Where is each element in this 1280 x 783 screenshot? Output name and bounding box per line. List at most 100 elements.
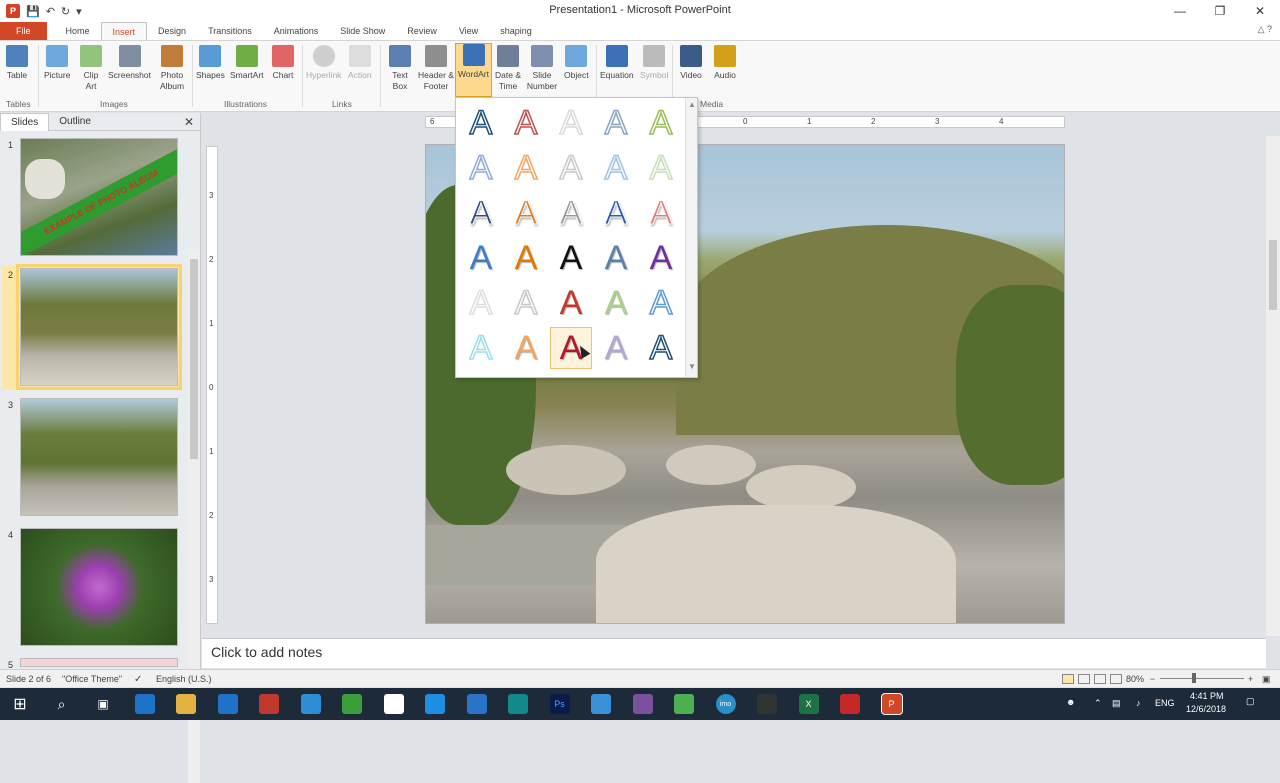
wordart-style-option[interactable]: A (640, 327, 682, 369)
language[interactable]: English (U.S.) (156, 674, 212, 684)
restore-button[interactable]: ❐ (1200, 0, 1240, 22)
wordart-style-option[interactable]: A (595, 237, 637, 279)
redo-icon[interactable]: ↻ (61, 5, 70, 18)
tab-home[interactable]: Home (55, 22, 101, 40)
chrome-icon[interactable] (342, 694, 362, 714)
photoshop-icon[interactable]: Ps (549, 694, 570, 714)
tab-transitions[interactable]: Transitions (197, 22, 263, 40)
tab-outline[interactable]: Outline (49, 113, 101, 131)
wordart-style-option[interactable]: A (640, 282, 682, 324)
zoom-slider[interactable] (1160, 678, 1244, 679)
zoom-in-icon[interactable]: + (1248, 674, 1253, 684)
panel-scroll-thumb[interactable] (190, 259, 198, 459)
object-button[interactable]: Object (564, 45, 589, 81)
wordart-style-option[interactable]: A (460, 327, 502, 369)
video-button[interactable]: Video (680, 45, 702, 81)
slide-thumbnail-1[interactable]: EXAMPLE OF PHOTO ALBUM (20, 138, 178, 256)
photo-album-button[interactable]: Photo Album (156, 45, 188, 92)
wordart-style-option[interactable]: A (550, 237, 592, 279)
wordart-style-option[interactable]: A (640, 237, 682, 279)
wordart-style-option[interactable]: A (550, 102, 592, 144)
wordart-style-option[interactable]: A (550, 147, 592, 189)
tab-slide-show[interactable]: Slide Show (329, 22, 396, 40)
slide-sorter-icon[interactable] (1078, 674, 1090, 684)
gift-icon[interactable] (259, 694, 279, 714)
app-red-icon[interactable] (840, 694, 860, 714)
tab-shaping[interactable]: shaping (489, 22, 543, 40)
wordart-style-option[interactable]: A (595, 327, 637, 369)
tab-animations[interactable]: Animations (263, 22, 330, 40)
action-center-icon[interactable]: ▢ (1246, 696, 1255, 707)
tab-insert[interactable]: Insert (100, 22, 148, 40)
app-arrow-icon[interactable] (591, 694, 611, 714)
search-icon[interactable]: ⌕ (51, 694, 72, 714)
wordart-style-option[interactable]: A (460, 147, 502, 189)
undo-icon[interactable]: ↶ (46, 5, 55, 18)
text-box-button[interactable]: Text Box (388, 45, 412, 92)
help-icon[interactable]: △ ? (1258, 24, 1272, 35)
viber-icon[interactable] (632, 694, 653, 714)
slide-thumbnail-4[interactable] (20, 528, 178, 646)
vs-icon[interactable] (757, 694, 777, 714)
slide-scroll-thumb[interactable] (1269, 240, 1277, 310)
slide-scrollbar[interactable] (1266, 136, 1280, 636)
store-icon[interactable] (217, 694, 238, 714)
wordart-style-option[interactable]: A (505, 102, 547, 144)
wordart-style-option[interactable]: A (460, 192, 502, 234)
volume-icon[interactable]: ♪ (1136, 698, 1141, 708)
keyboard-language[interactable]: ENG (1155, 698, 1175, 708)
smartart-button[interactable]: SmartArt (230, 45, 264, 81)
date-time-button[interactable]: Date & Time (494, 45, 522, 92)
clock-time[interactable]: 4:41 PM (1190, 691, 1224, 701)
tab-review[interactable]: Review (396, 22, 448, 40)
wordart-style-option[interactable]: A (595, 192, 637, 234)
audio-button[interactable]: Audio (714, 45, 736, 81)
whatsapp-icon[interactable] (674, 694, 694, 714)
hyperlink-button[interactable]: Hyperlink (306, 45, 341, 81)
wordart-style-option[interactable]: A (550, 282, 592, 324)
zoom-out-icon[interactable]: − (1150, 674, 1155, 684)
tab-slides[interactable]: Slides (0, 112, 50, 131)
people-icon[interactable]: ☻ (1066, 697, 1075, 707)
wordart-style-option[interactable]: A (460, 237, 502, 279)
wordart-style-option[interactable]: A (595, 102, 637, 144)
normal-view-icon[interactable] (1062, 674, 1074, 684)
clock-date[interactable]: 12/6/2018 (1186, 704, 1226, 714)
wordart-style-option[interactable]: A (460, 102, 502, 144)
reading-view-icon[interactable] (1094, 674, 1106, 684)
wordart-button[interactable]: WordArt (455, 43, 492, 97)
slideshow-icon[interactable] (1110, 674, 1122, 684)
table-button[interactable]: Table (6, 45, 28, 81)
wordart-style-option[interactable]: A (505, 147, 547, 189)
action-button[interactable]: Action (348, 45, 372, 81)
slide-thumbnail-2[interactable] (16, 264, 182, 390)
picture-button[interactable]: Picture (44, 45, 70, 81)
tab-view[interactable]: View (448, 22, 489, 40)
tray-chevron-icon[interactable]: ⌃ (1094, 698, 1102, 709)
wordart-style-option[interactable]: A (505, 237, 547, 279)
gallery-scrollbar[interactable]: ▲ ▼ (685, 98, 697, 377)
header-footer-button[interactable]: Header & Footer (418, 45, 454, 92)
wordart-style-option[interactable]: A (595, 147, 637, 189)
fit-slide-icon[interactable]: ▣ (1262, 674, 1271, 685)
wordart-style-option[interactable]: A (505, 282, 547, 324)
tab-design[interactable]: Design (147, 22, 197, 40)
imo-icon[interactable]: imo (715, 694, 736, 714)
wordart-style-option[interactable]: A (460, 282, 502, 324)
wordart-style-option[interactable]: A (595, 282, 637, 324)
screenshot-button[interactable]: Screenshot (108, 45, 151, 81)
zoom-slider-knob[interactable] (1192, 673, 1196, 683)
explorer-icon[interactable] (176, 694, 196, 714)
powerpoint-app-icon[interactable]: P (6, 4, 20, 18)
clip-art-button[interactable]: Clip Art (80, 45, 102, 92)
app-teal-icon[interactable] (508, 694, 528, 714)
globe-icon[interactable] (300, 694, 321, 714)
app-blue-icon[interactable] (466, 694, 487, 714)
wordart-style-option[interactable]: A (640, 147, 682, 189)
save-icon[interactable]: 💾 (26, 5, 40, 18)
task-view-icon[interactable]: ▣ (93, 694, 113, 714)
network-icon[interactable]: ▤ (1112, 698, 1121, 709)
wordart-style-option[interactable]: A (550, 192, 592, 234)
notes-pane[interactable]: Click to add notes (202, 638, 1266, 668)
powerpoint-icon[interactable]: P (880, 693, 903, 715)
